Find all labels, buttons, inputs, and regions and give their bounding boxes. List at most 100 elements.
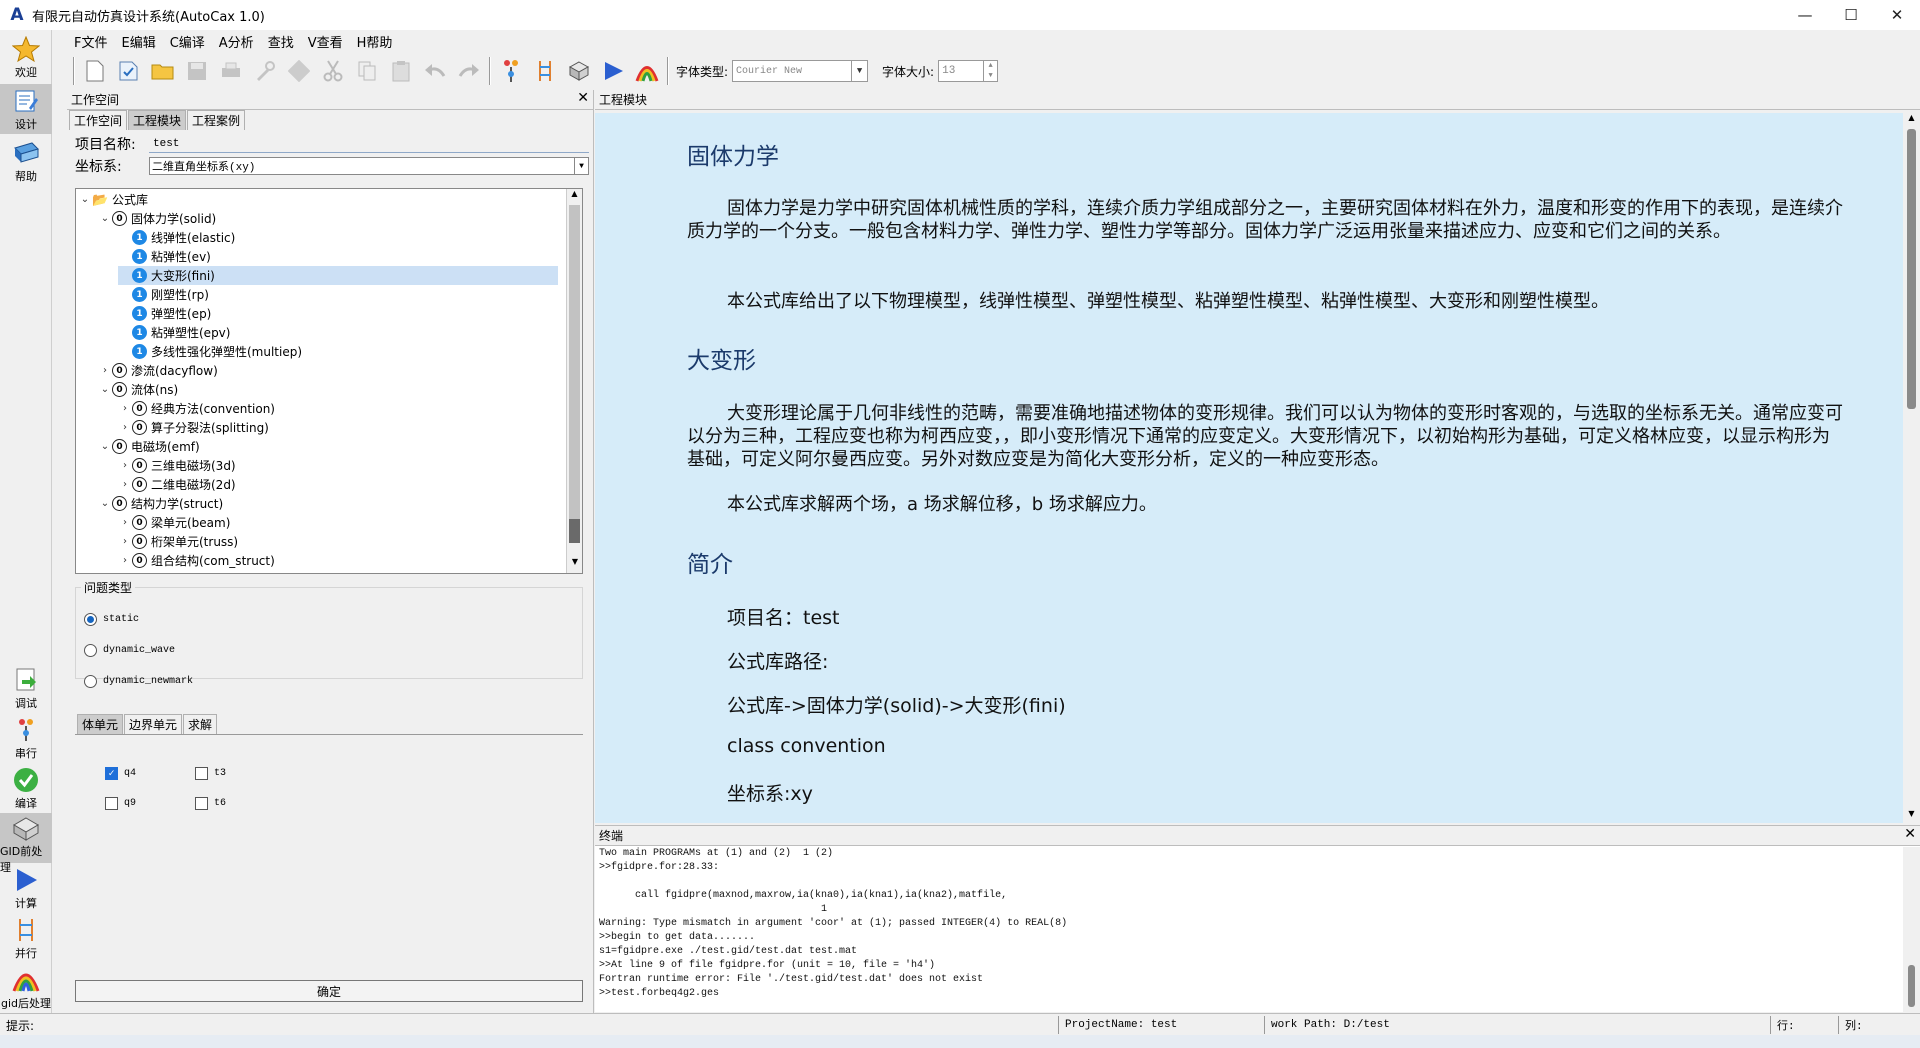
tree-scroll-grip[interactable] <box>569 519 580 543</box>
scroll-down-icon[interactable]: ▼ <box>1903 809 1920 823</box>
build-icon[interactable] <box>286 58 312 84</box>
rail-parallel-button[interactable]: 并行 <box>0 913 52 963</box>
chevron-right-icon[interactable]: › <box>118 536 132 547</box>
scroll-up-icon[interactable]: ▲ <box>567 189 582 205</box>
rail-welcome-button[interactable]: 欢迎 <box>0 32 52 82</box>
checkbox-q4[interactable]: ✓ q4 <box>105 767 136 780</box>
tree-item[interactable]: 1 大变形(fini) <box>118 266 558 285</box>
tree-item[interactable]: 1 粘弹塑性(epv) <box>118 323 230 342</box>
tree-item[interactable]: › 0 算子分裂法(splitting) <box>118 418 269 437</box>
run-compute-icon[interactable] <box>600 58 626 84</box>
tab-boundary-element[interactable]: 边界单元 <box>124 714 183 734</box>
tab-workspace[interactable]: 工作空间 <box>69 110 128 130</box>
chevron-down-icon[interactable]: ⌄ <box>98 384 112 395</box>
chevron-down-icon[interactable]: ⌄ <box>98 498 112 509</box>
chevron-down-icon[interactable]: ⌄ <box>98 213 112 224</box>
rail-gid-post-button[interactable]: gid后处理 <box>0 963 52 1013</box>
tree-item[interactable]: ⌄ 0 结构力学(struct) <box>98 494 223 513</box>
checkbox[interactable] <box>105 797 118 810</box>
tree-item[interactable]: 1 多线性强化弹塑性(multiep) <box>118 342 302 361</box>
parallel-run-icon[interactable] <box>532 58 558 84</box>
tree-item[interactable]: 1 线弹性(elastic) <box>118 228 235 247</box>
tree-item[interactable]: › 0 渗流(dacyflow) <box>98 361 218 380</box>
menu-edit[interactable]: E编辑 <box>121 32 155 51</box>
maximize-button[interactable]: ☐ <box>1828 0 1874 30</box>
undo-icon[interactable] <box>422 58 448 84</box>
font-type-select[interactable]: Courier New ▼ <box>732 60 869 82</box>
document-scrollbar[interactable]: ▲ ▼ <box>1903 113 1920 823</box>
menu-compile[interactable]: C编译 <box>170 32 205 51</box>
tools-icon[interactable] <box>252 58 278 84</box>
tree-item[interactable]: 1 粘弹性(ev) <box>118 247 211 266</box>
tree-item[interactable]: › 0 组合结构(com_struct) <box>118 551 275 570</box>
chevron-down-icon[interactable]: ▼ <box>574 158 588 174</box>
radio-button[interactable] <box>84 613 97 626</box>
new-project-icon[interactable] <box>116 58 142 84</box>
gid-postprocess-icon[interactable] <box>634 58 660 84</box>
tree-item[interactable]: › 0 桁架单元(truss) <box>118 532 238 551</box>
redo-icon[interactable] <box>456 58 482 84</box>
tab-project-module[interactable]: 工程模块 <box>128 110 187 130</box>
scroll-down-icon[interactable]: ▼ <box>567 557 582 573</box>
close-icon[interactable]: ✕ <box>1904 826 1916 842</box>
terminal-output[interactable]: Two main PROGRAMs at (1) and (2) 1 (2) >>… <box>595 847 1903 1013</box>
rail-design-button[interactable]: 设计 <box>0 84 52 134</box>
rail-gid-pre-button[interactable]: GID前处理 <box>0 813 52 874</box>
rail-help-button[interactable]: 帮助 <box>0 136 52 186</box>
checkbox-t3[interactable]: t3 <box>195 767 226 780</box>
checkbox[interactable] <box>195 767 208 780</box>
serial-run-icon[interactable] <box>498 58 524 84</box>
formula-library-tree[interactable]: ⌄ 📂 公式库 ⌄ 0 固体力学(solid) 1 线弹性(elastic) 1 粘弹性(ev) 1… <box>75 188 583 574</box>
tree-item[interactable]: 1 弹塑性(ep) <box>118 304 211 323</box>
radio-dynamic-newmark[interactable]: dynamic_newmark <box>84 675 193 688</box>
print-icon[interactable] <box>218 58 244 84</box>
tree-item[interactable]: ⌄ 0 固体力学(solid) <box>98 209 216 228</box>
rail-compute-button[interactable]: 计算 <box>0 863 52 913</box>
tree-item[interactable]: ⌄ 0 流体(ns) <box>98 380 178 399</box>
tree-item[interactable]: 1 刚塑性(rp) <box>118 285 209 304</box>
chevron-down-icon[interactable]: ⌄ <box>78 194 92 205</box>
tree-scroll-thumb[interactable] <box>569 205 580 543</box>
open-folder-icon[interactable] <box>150 58 176 84</box>
terminal-scrollbar[interactable] <box>1903 847 1920 1013</box>
new-file-icon[interactable] <box>82 58 108 84</box>
chevron-right-icon[interactable]: › <box>118 479 132 490</box>
radio-button[interactable] <box>84 675 97 688</box>
tab-volume-element[interactable]: 体单元 <box>77 714 124 734</box>
terminal-scroll-thumb[interactable] <box>1908 965 1915 1007</box>
checkbox[interactable] <box>195 797 208 810</box>
scroll-up-icon[interactable]: ▲ <box>1903 113 1920 127</box>
tree-item[interactable]: › 0 三维电磁场(3d) <box>118 456 236 475</box>
tab-solve[interactable]: 求解 <box>183 714 218 734</box>
coord-system-select[interactable]: 二维直角坐标系(xy) ▼ <box>149 157 589 175</box>
document-scroll-thumb[interactable] <box>1907 129 1916 409</box>
rail-debug-button[interactable]: 调试 <box>0 663 52 713</box>
checkbox[interactable]: ✓ <box>105 767 118 780</box>
tab-project-cases[interactable]: 工程案例 <box>187 110 246 130</box>
menu-view[interactable]: V查看 <box>308 32 343 51</box>
tree-scrollbar[interactable]: ▲ ▼ <box>566 189 582 573</box>
radio-button[interactable] <box>84 644 97 657</box>
spin-arrows-icon[interactable]: ▲ ▼ <box>983 61 997 81</box>
chevron-right-icon[interactable]: › <box>118 460 132 471</box>
chevron-right-icon[interactable]: › <box>118 422 132 433</box>
tree-item[interactable]: › 0 经典方法(convention) <box>118 399 275 418</box>
tree-item[interactable]: › 0 梁单元(beam) <box>118 513 230 532</box>
checkbox-t6[interactable]: t6 <box>195 797 226 810</box>
close-window-button[interactable]: ✕ <box>1874 0 1920 30</box>
cut-icon[interactable] <box>320 58 346 84</box>
chevron-right-icon[interactable]: › <box>118 403 132 414</box>
tree-item[interactable]: ⌄ 📂 公式库 <box>78 190 148 209</box>
menu-help[interactable]: H帮助 <box>357 32 393 51</box>
radio-static[interactable]: static <box>84 613 139 626</box>
close-icon[interactable]: ✕ <box>577 90 589 106</box>
menu-file[interactable]: F文件 <box>74 32 107 51</box>
minimize-button[interactable]: — <box>1782 0 1828 30</box>
ok-button[interactable]: 确定 <box>75 980 583 1002</box>
paste-icon[interactable] <box>388 58 414 84</box>
gid-preprocess-icon[interactable] <box>566 58 592 84</box>
rail-serial-button[interactable]: 串行 <box>0 713 52 763</box>
chevron-down-icon[interactable]: ▼ <box>851 61 867 81</box>
tree-item[interactable]: ⌄ 0 电磁场(emf) <box>98 437 200 456</box>
chevron-right-icon[interactable]: › <box>118 517 132 528</box>
